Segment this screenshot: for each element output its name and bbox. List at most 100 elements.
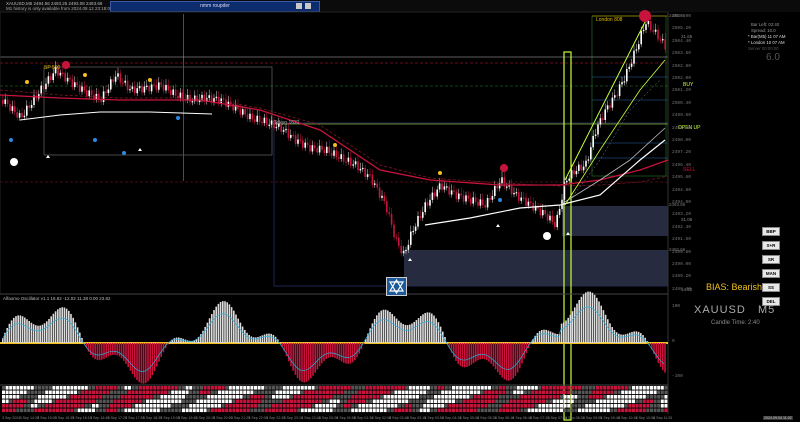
oscillator-bar [39,325,41,343]
heatmap-cell [16,395,20,399]
ss-button[interactable]: SS [762,283,780,292]
heatmap-cell [297,386,301,390]
heatmap-cell [394,390,398,395]
price-tick: 2490.80 [672,249,691,255]
heatmap-cell [81,408,85,413]
heatmap-cell [70,404,74,408]
heatmap-cell [196,399,200,404]
heatmap-cell [552,408,556,413]
oscillator-bar [310,343,312,379]
heatmap-cell [639,408,643,413]
candle-body [398,237,400,246]
oscillator-bar [415,320,418,343]
oscillator-bar [204,326,206,343]
heatmap-cell [48,395,52,399]
candle-body [544,209,546,215]
heatmap-cell [246,404,250,408]
bias-text: BIAS: Bearish [706,282,763,292]
heatmap-cell [318,399,322,404]
oscillator-bar [125,343,127,364]
heatmap-cell [336,395,340,399]
candle-body [472,197,474,204]
heatmap-cell [509,404,513,408]
time-tick: 3 Sep 23:10 [283,416,303,420]
heatmap-cell [376,390,380,395]
price-tick: 2505.20 [672,26,691,32]
heatmap-cell [394,408,398,413]
heatmap-cell [351,386,355,390]
candle-body [527,201,530,206]
man-button[interactable]: MAN [762,269,780,278]
oscillator-bar [321,343,323,364]
heatmap-cell [282,395,286,399]
s-r-button[interactable]: S+R [762,241,780,250]
heatmap-cell [495,404,499,408]
candle-body [642,29,645,32]
heatmap-cell [102,408,106,413]
candle-body [446,186,448,188]
candle-body [249,113,251,120]
heatmap-cell [380,408,383,413]
heatmap-cell [394,399,398,404]
time-tick: 3 Sep 21:25 [230,416,251,420]
heatmap-cell [246,408,250,413]
oscillator-tick: 0 [672,339,675,344]
heatmap-cell [282,390,286,395]
heatmap-cell [160,386,164,390]
heatmap-cell [232,386,236,390]
heatmap-cell [52,395,56,399]
heatmap-cell [473,404,477,408]
heatmap-cell [635,386,639,390]
candle-body [549,215,551,221]
heatmap-cell [524,395,527,399]
candle-body [515,192,518,194]
heatmap-cell [509,390,513,395]
heatmap-cell [376,408,380,413]
oscillator-bar [563,322,565,343]
heatmap-cell [581,390,585,395]
heatmap-cell [596,399,599,404]
candle-body [59,72,62,76]
heatmap-cell [660,408,664,413]
oscillator-bar [241,326,244,343]
candle-body [342,154,345,162]
candle-body [518,192,520,201]
heatmap-cell [488,399,491,404]
candle-body [26,105,28,116]
heatmap-cell [16,408,20,413]
heatmap-cell [534,395,538,399]
heatmap-cell [146,399,149,404]
heatmap-cell [365,390,369,395]
heatmap-cell [426,408,430,413]
heatmap-cell [326,395,329,399]
heatmap-cell [621,399,625,404]
heatmap-cell [560,386,563,390]
heatmap-cell [362,408,365,413]
heatmap-cell [624,404,628,408]
heatmap-cell [642,395,646,399]
heatmap-cell [218,408,221,413]
candle-body [662,39,664,41]
candle-body [626,69,628,82]
oscillator-bar [624,334,627,343]
sr-button[interactable]: SR [762,255,780,264]
heatmap-cell [380,404,383,408]
candle-body [558,208,561,215]
heatmap-cell [34,408,38,413]
oscillator-bar [270,333,272,343]
heatmap-cell [200,395,203,399]
heatmap-cell [531,395,535,399]
bbp-button[interactable]: BBP [762,227,780,236]
heatmap-cell [322,386,326,390]
heatmap-cell [635,399,639,404]
oscillator-bar [519,343,521,369]
oscillator-bar [576,303,578,343]
candle-body [69,77,71,80]
heatmap-cell [362,386,365,390]
heatmap-cell [646,408,650,413]
candle-body [412,230,414,233]
heatmap-cell [167,395,171,399]
heatmap-cell [120,386,124,390]
oscillator-bar [387,310,389,343]
candle-body [470,198,472,204]
